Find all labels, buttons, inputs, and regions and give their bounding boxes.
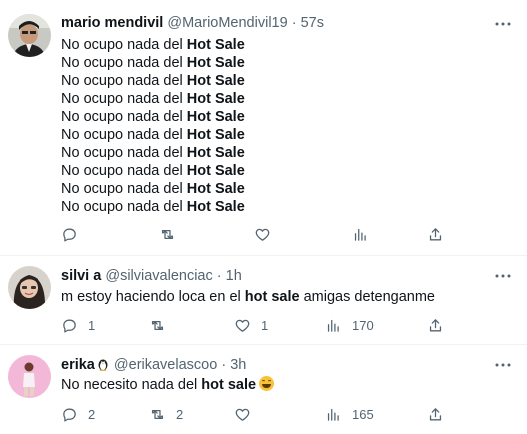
tweet-text-line: No ocupo nada del Hot Sale: [61, 127, 245, 143]
timestamp[interactable]: 3h: [230, 357, 246, 373]
retweet-button[interactable]: [149, 315, 166, 335]
tweet-text-line: No ocupo nada del Hot Sale: [61, 199, 245, 215]
analytics-icon: [354, 228, 366, 241]
avatar[interactable]: [8, 14, 51, 57]
share-button[interactable]: [427, 224, 444, 244]
retweet-button[interactable]: 2: [149, 404, 183, 424]
views-button[interactable]: 170: [325, 315, 374, 335]
timestamp[interactable]: 57s: [301, 15, 324, 31]
tweet-header: erika @erikavelascoo · 3h: [61, 355, 246, 375]
avatar[interactable]: [8, 355, 51, 398]
user-handle[interactable]: @silviavalenciac: [105, 268, 212, 284]
avatar[interactable]: [8, 266, 51, 309]
tweet-text-line: m estoy haciendo loca en el hot sale ami…: [61, 289, 435, 305]
tweet-text-line: No ocupo nada del Hot Sale: [61, 163, 245, 179]
heart-icon: [235, 319, 250, 332]
tweet-text-line: No necesito nada del hot sale: [61, 376, 275, 394]
tweet-text-line: No ocupo nada del Hot Sale: [61, 181, 245, 197]
reply-icon: [63, 319, 76, 333]
views-button[interactable]: 165: [325, 404, 374, 424]
retweet-icon: [151, 320, 164, 330]
share-icon: [429, 318, 442, 331]
separator-dot: ·: [216, 268, 222, 284]
share-button[interactable]: [427, 404, 444, 424]
retweet-icon: [151, 409, 164, 419]
heart-icon: [235, 408, 250, 421]
tweet-text-line: No ocupo nada del Hot Sale: [61, 91, 245, 107]
reply-button[interactable]: [61, 224, 78, 244]
tweet-text-line: No ocupo nada del Hot Sale: [61, 37, 245, 53]
heart-icon: [255, 228, 270, 241]
retweet-button[interactable]: [159, 224, 176, 244]
view-count: 165: [352, 406, 374, 422]
retweet-icon: [161, 229, 174, 239]
user-handle[interactable]: @MarioMendivil19: [167, 15, 287, 31]
reply-icon: [63, 228, 76, 242]
views-button[interactable]: [352, 224, 369, 244]
display-name[interactable]: mario mendivil: [61, 15, 163, 31]
tweet-header: silvi a @silviavalenciac · 1h: [61, 266, 242, 286]
reply-button[interactable]: 1: [61, 315, 95, 335]
tweet-text-line: No ocupo nada del Hot Sale: [61, 55, 245, 71]
separator-dot: ·: [221, 357, 227, 373]
more-icon[interactable]: [493, 355, 513, 375]
like-button[interactable]: [234, 404, 251, 424]
display-name[interactable]: erika: [61, 357, 95, 373]
retweet-count: 2: [176, 406, 184, 422]
share-button[interactable]: [427, 315, 444, 335]
tweet-1[interactable]: mario mendivil @MarioMendivil19 · 57s No…: [0, 0, 527, 255]
reply-count: 2: [88, 406, 96, 422]
like-count: 1: [261, 317, 269, 333]
separator-dot: ·: [291, 15, 297, 31]
view-count: 170: [352, 317, 374, 333]
more-icon[interactable]: [493, 266, 513, 286]
share-icon: [429, 407, 442, 420]
tweet-header: mario mendivil @MarioMendivil19 · 57s: [61, 13, 324, 33]
tweet-text-line: No ocupo nada del Hot Sale: [61, 73, 245, 89]
reply-icon: [63, 408, 76, 422]
user-handle[interactable]: @erikavelascoo: [114, 357, 217, 373]
share-icon: [429, 227, 442, 240]
tweet-text-line: No ocupo nada del Hot Sale: [61, 145, 245, 161]
reply-count: 1: [88, 317, 96, 333]
tweet-text-line: No ocupo nada del Hot Sale: [61, 109, 245, 125]
more-icon[interactable]: [493, 14, 513, 34]
tweet-3[interactable]: erika @erikavelascoo · 3h No necesito na…: [0, 345, 527, 434]
tweet-2[interactable]: silvi a @silviavalenciac · 1h m estoy ha…: [0, 256, 527, 344]
like-button[interactable]: [254, 224, 271, 244]
like-button[interactable]: 1: [234, 315, 268, 335]
reply-button[interactable]: 2: [61, 404, 95, 424]
analytics-icon: [327, 319, 339, 332]
penguin-emoji-icon: [96, 357, 110, 371]
timestamp[interactable]: 1h: [226, 268, 242, 284]
grinning-face-emoji-icon: [259, 376, 275, 391]
analytics-icon: [327, 408, 339, 421]
display-name[interactable]: silvi a: [61, 268, 101, 284]
